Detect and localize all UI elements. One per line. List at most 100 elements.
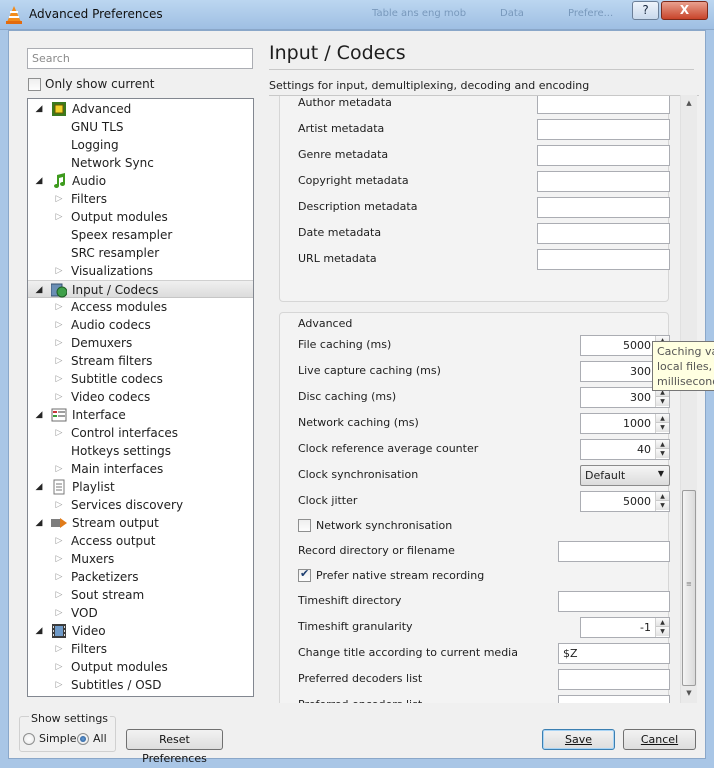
expand-caret-icon[interactable]: ◢ bbox=[34, 622, 44, 640]
spin-up-arrow-icon[interactable]: ▲ bbox=[656, 618, 669, 627]
expand-caret-icon[interactable]: ◢ bbox=[34, 514, 44, 532]
tree-item-visualizations[interactable]: ▷ Visualizations bbox=[28, 262, 253, 280]
expand-caret-icon[interactable]: ◢ bbox=[34, 406, 44, 424]
tree-item-sout-stream[interactable]: ▷ Sout stream bbox=[28, 586, 253, 604]
reset-preferences-button[interactable]: Reset Preferences bbox=[126, 729, 223, 765]
tree-item-stream-output[interactable]: ◢ Stream output bbox=[28, 514, 253, 532]
tree-item-control-interfaces[interactable]: ▷ Control interfaces bbox=[28, 424, 253, 442]
tree-item-services-discovery[interactable]: ▷ Services discovery bbox=[28, 496, 253, 514]
metadata-text-field[interactable] bbox=[537, 223, 670, 244]
setting-text-field[interactable]: $Z bbox=[558, 643, 670, 664]
vertical-scrollbar[interactable]: ▲ ≡ ▼ bbox=[680, 95, 697, 703]
settings-scroll-area[interactable]: Author metadata Artist metadata Genre meta… bbox=[269, 95, 699, 703]
clock-sync-dropdown[interactable]: Default ▼ bbox=[580, 465, 670, 486]
spin-down-arrow-icon[interactable]: ▼ bbox=[656, 501, 669, 510]
collapse-caret-icon[interactable]: ▷ bbox=[54, 568, 64, 586]
tree-item-video[interactable]: ◢ Video bbox=[28, 622, 253, 640]
tree-item-access-modules[interactable]: ▷ Access modules bbox=[28, 298, 253, 316]
simple-radio[interactable]: Simple bbox=[23, 732, 77, 745]
spin-up-arrow-icon[interactable]: ▲ bbox=[656, 440, 669, 449]
collapse-caret-icon[interactable]: ▷ bbox=[54, 676, 64, 694]
tree-item-interface[interactable]: ◢ Interface bbox=[28, 406, 253, 424]
collapse-caret-icon[interactable]: ▷ bbox=[54, 532, 64, 550]
collapse-caret-icon[interactable]: ▷ bbox=[54, 586, 64, 604]
spin-box[interactable]: -1 ▲ ▼ bbox=[580, 617, 670, 638]
tree-item-vod[interactable]: ▷ VOD bbox=[28, 604, 253, 622]
collapse-caret-icon[interactable]: ▷ bbox=[54, 640, 64, 658]
checkbox-box[interactable] bbox=[298, 519, 311, 532]
collapse-caret-icon[interactable]: ▷ bbox=[54, 604, 64, 622]
tree-item-subtitle-codecs[interactable]: ▷ Subtitle codecs bbox=[28, 370, 253, 388]
help-button[interactable]: ? bbox=[632, 1, 659, 20]
tree-item-advanced[interactable]: ◢ Advanced bbox=[28, 100, 253, 118]
metadata-text-field[interactable] bbox=[537, 96, 670, 114]
tree-item-output-modules[interactable]: ▷ Output modules bbox=[28, 208, 253, 226]
spin-buttons[interactable]: ▲▼ bbox=[655, 440, 669, 459]
tree-item-video-codecs[interactable]: ▷ Video codecs bbox=[28, 388, 253, 406]
tree-item-logging[interactable]: Logging bbox=[28, 136, 253, 154]
collapse-caret-icon[interactable]: ▷ bbox=[54, 658, 64, 676]
save-button[interactable]: Save bbox=[542, 729, 615, 750]
spin-down-arrow-icon[interactable]: ▼ bbox=[656, 449, 669, 458]
expand-caret-icon[interactable]: ◢ bbox=[34, 478, 44, 496]
tree-item-main-interfaces[interactable]: ▷ Main interfaces bbox=[28, 460, 253, 478]
setting-text-field[interactable] bbox=[558, 669, 670, 690]
tree-item-src-resampler[interactable]: SRC resampler bbox=[28, 244, 253, 262]
collapse-caret-icon[interactable]: ▷ bbox=[54, 496, 64, 514]
collapse-caret-icon[interactable]: ▷ bbox=[54, 262, 64, 280]
spin-box[interactable]: 5000 ▲▼ bbox=[580, 491, 670, 512]
metadata-text-field[interactable] bbox=[537, 145, 670, 166]
collapse-caret-icon[interactable]: ▷ bbox=[54, 298, 64, 316]
scroll-down-arrow-icon[interactable]: ▼ bbox=[681, 689, 697, 697]
collapse-caret-icon[interactable]: ▷ bbox=[54, 316, 64, 334]
expand-caret-icon[interactable]: ◢ bbox=[34, 100, 44, 118]
search-input[interactable] bbox=[27, 48, 253, 69]
tree-item-packetizers[interactable]: ▷ Packetizers bbox=[28, 568, 253, 586]
tree-item-access-output[interactable]: ▷ Access output bbox=[28, 532, 253, 550]
collapse-caret-icon[interactable]: ▷ bbox=[54, 460, 64, 478]
category-tree[interactable]: ◢ Advanced GNU TLS Logging Network Sync ◢ Audi… bbox=[27, 98, 254, 697]
tree-item-demuxers[interactable]: ▷ Demuxers bbox=[28, 334, 253, 352]
radio-circle[interactable] bbox=[23, 732, 35, 745]
collapse-caret-icon[interactable]: ▷ bbox=[54, 370, 64, 388]
tree-item-speex-resampler[interactable]: Speex resampler bbox=[28, 226, 253, 244]
setting-text-field[interactable] bbox=[558, 695, 670, 703]
scrollbar-thumb[interactable]: ≡ bbox=[682, 490, 696, 686]
metadata-text-field[interactable] bbox=[537, 171, 670, 192]
tree-item-muxers[interactable]: ▷ Muxers bbox=[28, 550, 253, 568]
scroll-up-arrow-icon[interactable]: ▲ bbox=[681, 99, 697, 107]
collapse-caret-icon[interactable]: ▷ bbox=[54, 334, 64, 352]
tree-item-audio[interactable]: ◢ Audio bbox=[28, 172, 253, 190]
all-radio[interactable]: All bbox=[77, 732, 107, 745]
spin-down-arrow-icon[interactable]: ▼ bbox=[656, 397, 669, 406]
checkbox-box[interactable] bbox=[298, 567, 311, 582]
collapse-caret-icon[interactable]: ▷ bbox=[54, 424, 64, 442]
collapse-caret-icon[interactable]: ▷ bbox=[54, 550, 64, 568]
spin-buttons[interactable]: ▲▼ bbox=[655, 618, 669, 637]
collapse-caret-icon[interactable]: ▷ bbox=[54, 208, 64, 226]
metadata-text-field[interactable] bbox=[537, 119, 670, 140]
expand-caret-icon[interactable]: ◢ bbox=[34, 281, 44, 299]
checkbox-box[interactable] bbox=[28, 77, 41, 91]
setting-text-field[interactable] bbox=[558, 541, 670, 562]
tree-item-playlist[interactable]: ◢ Playlist bbox=[28, 478, 253, 496]
spin-down-arrow-icon[interactable]: ▼ bbox=[656, 423, 669, 432]
setting-checkbox[interactable]: Prefer native stream recording bbox=[298, 567, 484, 582]
tree-item-stream-filters[interactable]: ▷ Stream filters bbox=[28, 352, 253, 370]
setting-text-field[interactable] bbox=[558, 591, 670, 612]
tree-item-audio-codecs[interactable]: ▷ Audio codecs bbox=[28, 316, 253, 334]
spin-buttons[interactable]: ▲▼ bbox=[655, 492, 669, 511]
metadata-text-field[interactable] bbox=[537, 197, 670, 218]
spin-box[interactable]: 40 ▲ ▼ bbox=[580, 439, 670, 460]
collapse-caret-icon[interactable]: ▷ bbox=[54, 388, 64, 406]
spin-up-arrow-icon[interactable]: ▲ bbox=[656, 492, 669, 501]
tree-item-network-sync[interactable]: Network Sync bbox=[28, 154, 253, 172]
spin-down-arrow-icon[interactable]: ▼ bbox=[656, 627, 669, 636]
cancel-button[interactable]: Cancel bbox=[623, 729, 696, 750]
collapse-caret-icon[interactable]: ▷ bbox=[54, 190, 64, 208]
metadata-text-field[interactable] bbox=[537, 249, 670, 270]
tree-item-input-codecs[interactable]: ◢ Input / Codecs bbox=[28, 280, 253, 298]
only-show-current-checkbox[interactable]: Only show current bbox=[28, 77, 154, 91]
close-button[interactable]: X bbox=[661, 1, 708, 20]
spin-up-arrow-icon[interactable]: ▲ bbox=[656, 414, 669, 423]
